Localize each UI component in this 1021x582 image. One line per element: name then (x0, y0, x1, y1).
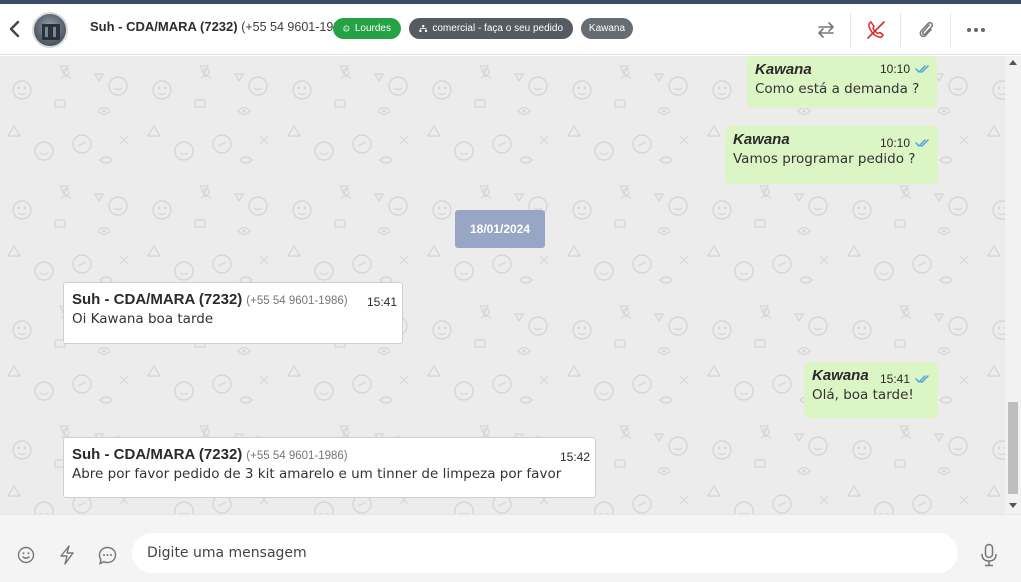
composer-bar (0, 514, 1021, 582)
scroll-down-arrow-icon[interactable] (1009, 503, 1017, 508)
message-time: 15:42 (560, 450, 591, 464)
contact-name: Suh - CDA/MARA (7232) (90, 19, 238, 34)
message-options-icon (98, 546, 116, 565)
more-button[interactable] (963, 17, 989, 43)
attach-icon (919, 21, 934, 38)
tag-label: Lourdes (354, 23, 391, 34)
double-check-icon (915, 375, 929, 384)
scroll-up-arrow-icon[interactable] (1009, 60, 1017, 65)
microphone-icon (981, 543, 997, 567)
message-time: 15:41 (367, 295, 398, 309)
message-text: Vamos programar pedido ? (733, 151, 916, 167)
message-bubble-outgoing[interactable]: Kawana 10:10 Como está a demanda ? (747, 56, 937, 108)
end-call-icon (867, 21, 885, 39)
message-text: Olá, boa tarde! (812, 387, 914, 403)
message-sender-line: Suh - CDA/MARA (7232) (+55 54 9601-1986) (72, 291, 394, 308)
message-sender-phone: (+55 54 9601-1986) (246, 295, 348, 307)
message-sender: Suh - CDA/MARA (7232) (72, 446, 243, 463)
message-sender-phone: (+55 54 9601-1986) (246, 450, 348, 462)
message-time: 10:10 (880, 136, 911, 150)
emoji-button[interactable] (16, 545, 36, 565)
contact-title[interactable]: Suh - CDA/MARA (7232) (+55 54 9601-1986) (90, 19, 351, 34)
message-time: 10:10 (880, 62, 911, 76)
double-check-icon (915, 139, 929, 148)
tag-label: comercial - faça o seu pedido (432, 23, 563, 34)
message-text: Oi Kawana boa tarde (72, 311, 214, 327)
date-separator: 18/01/2024 (455, 210, 545, 248)
message-input[interactable] (132, 533, 958, 573)
chat-area[interactable]: Kawana 10:10 Como está a demanda ? Kawan… (0, 56, 1005, 514)
tag-comercial[interactable]: comercial - faça o seu pedido (409, 18, 573, 39)
scroll-thumb[interactable] (1008, 402, 1018, 494)
message-text: Como está a demanda ? (755, 81, 920, 97)
transfer-button[interactable] (813, 17, 839, 43)
tag-lourdes[interactable]: Lourdes (333, 18, 401, 39)
chat-header: Suh - CDA/MARA (7232) (+55 54 9601-1986)… (0, 4, 1021, 55)
back-button[interactable] (6, 18, 24, 40)
message-time: 15:41 (880, 372, 911, 386)
message-text: Abre por favor pedido de 3 kit amarelo e… (72, 466, 562, 482)
divider (900, 13, 901, 47)
microphone-button[interactable] (978, 542, 1000, 568)
message-sender: Suh - CDA/MARA (7232) (72, 291, 243, 308)
chevron-left-icon (9, 20, 20, 38)
emoji-icon (17, 546, 35, 564)
chat-scrollbar[interactable] (1005, 56, 1021, 514)
divider (850, 13, 851, 47)
message-bubble-incoming[interactable]: Suh - CDA/MARA (7232) (+55 54 9601-1986) … (63, 437, 596, 498)
tag-label: Kawana (588, 23, 626, 34)
sitemap-icon (419, 25, 428, 32)
message-bubble-incoming[interactable]: Suh - CDA/MARA (7232) (+55 54 9601-1986) … (63, 282, 403, 344)
divider (950, 13, 951, 47)
quick-reply-button[interactable] (57, 545, 77, 565)
whatsapp-icon (343, 25, 350, 32)
message-bubble-outgoing[interactable]: Kawana 10:10 Vamos programar pedido ? (725, 126, 938, 184)
end-call-button[interactable] (863, 17, 889, 43)
quick-reply-icon (60, 545, 74, 565)
more-icon (967, 28, 985, 32)
attach-button[interactable] (913, 17, 939, 43)
double-check-icon (915, 65, 929, 74)
message-bubble-outgoing[interactable]: Kawana 15:41 Olá, boa tarde! (804, 362, 938, 418)
message-options-button[interactable] (97, 545, 117, 565)
message-sender: Kawana (812, 367, 869, 384)
transfer-icon (818, 22, 834, 38)
tag-kawana[interactable]: Kawana (581, 18, 633, 39)
avatar[interactable] (32, 12, 68, 48)
message-sender-line: Suh - CDA/MARA (7232) (+55 54 9601-1986) (72, 446, 587, 463)
